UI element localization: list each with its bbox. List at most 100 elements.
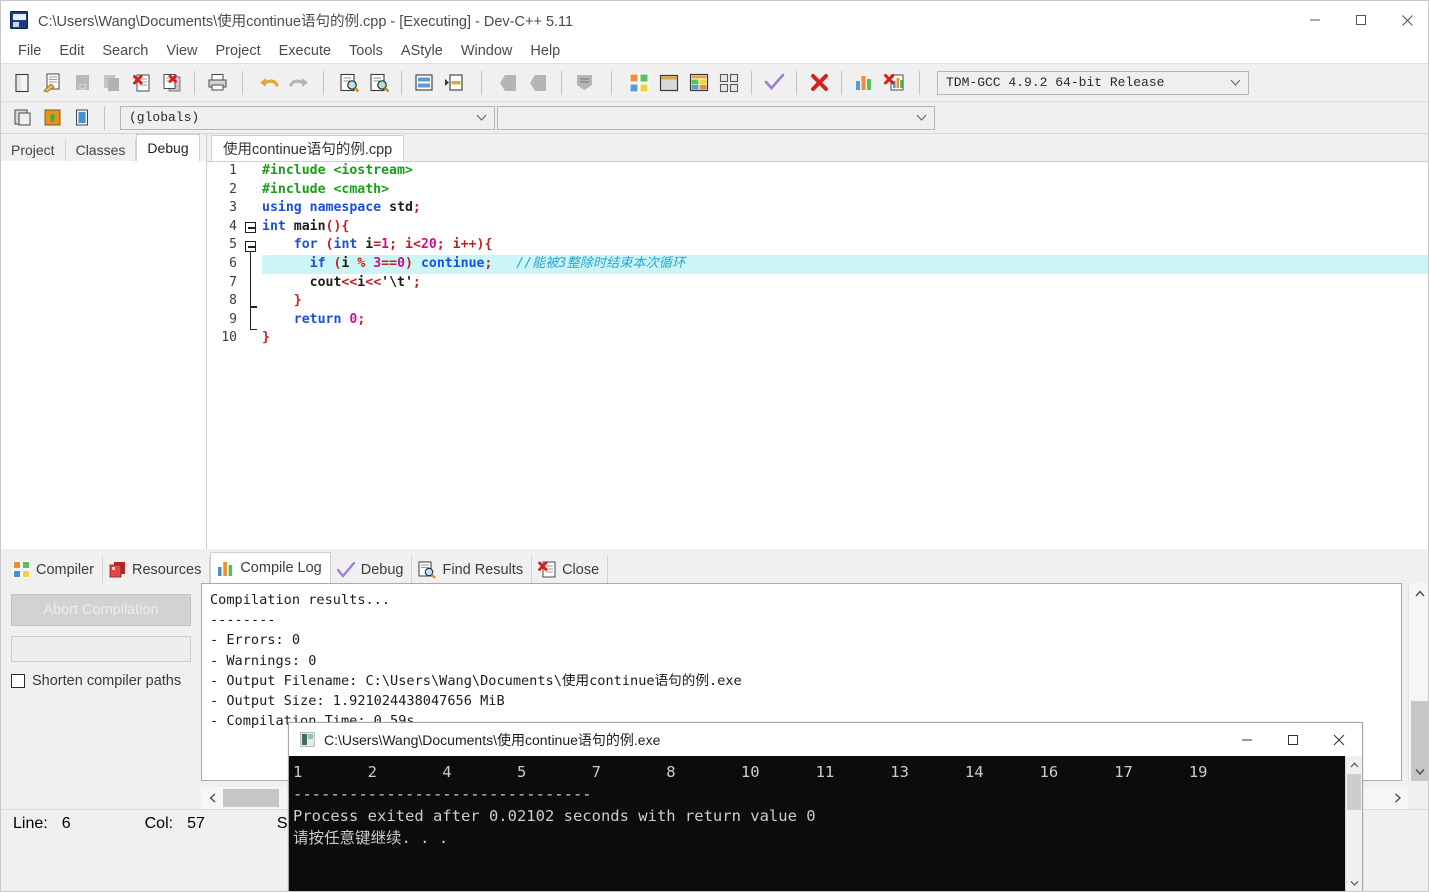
menu-search[interactable]: Search <box>93 41 157 61</box>
chevron-up-icon[interactable] <box>1409 583 1428 603</box>
close-icon[interactable] <box>1316 723 1362 756</box>
chevron-up-icon[interactable] <box>1346 756 1363 773</box>
code-line[interactable]: cout<<i<<'\t'; <box>262 274 1428 293</box>
insert-icon[interactable] <box>39 105 65 131</box>
console-window[interactable]: C:\Users\Wang\Documents\使用continue语句的例.e… <box>288 722 1363 891</box>
undo-icon[interactable] <box>255 70 281 96</box>
menu-help[interactable]: Help <box>521 41 569 61</box>
code-token: int <box>333 237 358 253</box>
maximize-icon[interactable] <box>1338 1 1384 39</box>
goto-function-icon[interactable] <box>441 70 467 96</box>
tab-find-results[interactable]: Find Results <box>412 556 533 583</box>
code-token: (){ <box>325 218 350 234</box>
chevron-right-icon[interactable] <box>1386 788 1408 808</box>
menu-project[interactable]: Project <box>207 41 270 61</box>
tab-classes[interactable]: Classes <box>65 139 137 161</box>
compile-controls: Abort Compilation Shorten compiler paths <box>1 583 201 809</box>
rebuild-all-icon[interactable] <box>716 70 742 96</box>
print-icon[interactable] <box>204 70 230 96</box>
find-icon[interactable] <box>336 70 362 96</box>
line-value: 6 <box>61 814 71 832</box>
fold-box-line5[interactable] <box>245 241 256 252</box>
abort-compilation-button[interactable]: Abort Compilation <box>11 594 191 626</box>
new-file-icon[interactable] <box>9 70 35 96</box>
fold-box-line4[interactable] <box>245 222 256 233</box>
toggle-bookmark-icon[interactable] <box>571 70 597 96</box>
tab-resources[interactable]: Resources <box>103 556 211 583</box>
redo-icon[interactable] <box>285 70 311 96</box>
members-combo[interactable] <box>497 105 935 130</box>
save-all-icon[interactable] <box>99 70 125 96</box>
goto-line-icon[interactable] <box>411 70 437 96</box>
compile-and-run-icon[interactable] <box>686 70 712 96</box>
chevron-down-icon <box>1230 72 1241 94</box>
menu-window[interactable]: Window <box>452 41 522 61</box>
code-line[interactable]: if (i % 3==0) continue; //能被3整除时结束本次循环 <box>262 254 1428 274</box>
tab-compiler[interactable]: Compiler <box>7 556 104 583</box>
tab-close-panel[interactable]: Close <box>532 556 609 583</box>
secondary-toolbar: (globals) <box>1 101 1428 134</box>
toggle-panel-icon[interactable] <box>69 105 95 131</box>
code-line[interactable]: } <box>262 292 1428 311</box>
log-hscroll-thumb[interactable] <box>223 789 279 807</box>
compile-icon[interactable] <box>626 70 652 96</box>
close-all-icon[interactable] <box>159 70 185 96</box>
code-token: using <box>262 200 302 216</box>
menu-astyle[interactable]: AStyle <box>392 41 452 61</box>
code-line[interactable]: } <box>262 329 1428 348</box>
stop-execution-icon[interactable] <box>806 70 832 96</box>
console-scroll-thumb[interactable] <box>1347 774 1361 810</box>
open-file-icon[interactable] <box>39 70 65 96</box>
shorten-paths-checkbox[interactable] <box>11 674 25 688</box>
code-editor[interactable]: 1 2 3 4 5 6 7 8 9 10 #include <iostream> #include … <box>207 161 1428 549</box>
profile-icon[interactable] <box>851 70 877 96</box>
log-vertical-scrollbar[interactable] <box>1408 583 1428 781</box>
compiler-profile-combo[interactable]: TDM-GCC 4.9.2 64-bit Release <box>937 70 1249 95</box>
tab-debug-log-label: Debug <box>360 561 404 578</box>
console-vertical-scrollbar[interactable] <box>1345 756 1362 891</box>
syntax-check-icon[interactable] <box>761 70 787 96</box>
code-token: if <box>309 255 326 271</box>
globals-combo[interactable]: (globals) <box>120 105 495 130</box>
prev-bookmark-icon[interactable] <box>496 70 522 96</box>
menu-edit[interactable]: Edit <box>50 41 93 61</box>
code-line[interactable]: #include <cmath> <box>262 181 1428 200</box>
close-file-icon[interactable] <box>129 70 155 96</box>
tab-find-results-label: Find Results <box>442 561 524 578</box>
replace-icon[interactable] <box>366 70 392 96</box>
code-token: <cmath> <box>333 181 390 197</box>
menu-tools[interactable]: Tools <box>340 41 392 61</box>
code-line[interactable]: return 0; <box>262 311 1428 330</box>
code-folding-column[interactable] <box>242 162 262 549</box>
delete-profile-icon[interactable] <box>881 70 907 96</box>
run-icon[interactable] <box>656 70 682 96</box>
chevron-down-icon[interactable] <box>1346 874 1363 891</box>
tab-debug-log[interactable]: Debug <box>331 556 413 583</box>
add-to-project-icon[interactable] <box>9 105 35 131</box>
chevron-down-icon[interactable] <box>1409 761 1428 781</box>
bottom-panel-tabstrip: Compiler Resources Compile Log Debug Fin… <box>1 551 1428 583</box>
code-text-area[interactable]: #include <iostream> #include <cmath> using… <box>262 162 1428 348</box>
tab-compile-log[interactable]: Compile Log <box>210 552 331 583</box>
minimize-icon[interactable] <box>1292 1 1338 39</box>
menu-view[interactable]: View <box>157 41 206 61</box>
shorten-paths-row[interactable]: Shorten compiler paths <box>11 673 201 689</box>
tab-debug[interactable]: Debug <box>136 134 200 161</box>
tab-project[interactable]: Project <box>1 139 66 161</box>
save-file-icon[interactable] <box>69 70 95 96</box>
code-token: ++){ <box>460 237 493 253</box>
code-line[interactable]: #include <iostream> <box>262 162 1428 181</box>
menu-execute[interactable]: Execute <box>270 41 340 61</box>
console-separator-line: -------------------------------- <box>293 785 592 803</box>
chevron-left-icon[interactable] <box>201 788 223 808</box>
code-line[interactable]: using namespace std; <box>262 199 1428 218</box>
minimize-icon[interactable] <box>1224 723 1270 756</box>
close-icon[interactable] <box>1384 1 1428 39</box>
next-bookmark-icon[interactable] <box>526 70 552 96</box>
menu-file[interactable]: File <box>9 41 50 61</box>
maximize-icon[interactable] <box>1270 723 1316 756</box>
code-line[interactable]: for (int i=1; i<20; i++){ <box>262 236 1428 255</box>
editor-file-tab[interactable]: 使用continue语句的例.cpp <box>211 135 405 161</box>
code-line[interactable]: int main(){ <box>262 218 1428 237</box>
